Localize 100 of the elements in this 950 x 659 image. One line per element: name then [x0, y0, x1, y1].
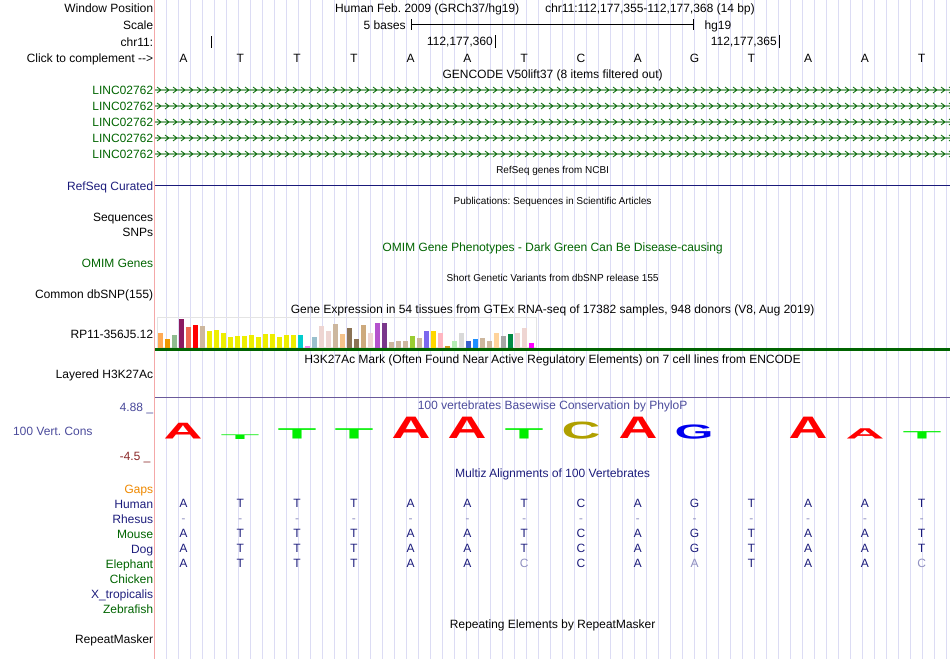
- conservation-letter: A: [163, 422, 204, 439]
- track-label[interactable]: Dog: [130, 542, 153, 556]
- sequence-base: A: [179, 51, 188, 65]
- alignment-base: A: [804, 542, 812, 555]
- alignment-base: T: [293, 527, 301, 540]
- conservation-letter: A: [618, 416, 658, 439]
- sequence-base: A: [634, 51, 642, 65]
- alignment-base: T: [293, 497, 301, 510]
- track-label[interactable]: Rhesus: [112, 512, 153, 526]
- alignment-base: G: [690, 542, 700, 555]
- alignment-base: -: [749, 512, 754, 525]
- alignment-base: A: [804, 527, 812, 540]
- track-label[interactable]: Common dbSNP(155): [34, 286, 153, 300]
- conservation-letter: T: [504, 428, 544, 439]
- alignment-base: A: [179, 527, 188, 540]
- track-title: 100 vertebrates Basewise Conservation by PhyloP: [418, 398, 688, 412]
- track-label[interactable]: LINC02762: [92, 131, 153, 145]
- alignment-base: A: [179, 542, 188, 555]
- alignment-base: -: [636, 512, 640, 525]
- track-label[interactable]: Zebrafish: [102, 602, 153, 616]
- alignment-base: A: [634, 557, 642, 570]
- axis-min-label: -4.5 _: [120, 448, 152, 465]
- ruler-tick: [210, 36, 212, 48]
- conservation-letter: A: [788, 416, 828, 439]
- alignment-base: T: [918, 497, 926, 510]
- track-title: RefSeq genes from NCBI: [496, 164, 609, 176]
- sequence-base: T: [520, 51, 528, 65]
- alignment-base: T: [350, 527, 358, 540]
- track-label[interactable]: Chicken: [110, 572, 153, 586]
- track-label[interactable]: LINC02762: [92, 147, 153, 161]
- alignment-base: T: [293, 542, 301, 555]
- row-label: Scale: [122, 18, 153, 32]
- row-label: Window Position: [64, 1, 153, 15]
- alignment-base: A: [804, 557, 812, 570]
- alignment-base: -: [920, 512, 924, 525]
- position-text: chr11:112,177,355-112,177,368 (14 bp): [545, 1, 755, 15]
- track-title: H3K27Ac Mark (Often Found Near Active Regulatory Elements) on 7 cell lines from ENCODE: [304, 352, 801, 366]
- assembly-text: Human Feb. 2009 (GRCh37/hg19): [335, 1, 520, 15]
- track-label[interactable]: 100 Vert. Cons: [0, 424, 120, 438]
- alignment-base: A: [463, 557, 472, 570]
- alignment-base: A: [860, 527, 869, 540]
- track-label[interactable]: Elephant: [106, 556, 153, 570]
- alignment-base: A: [406, 557, 415, 570]
- sequence-base: T: [236, 51, 244, 65]
- sequence-base: T: [350, 51, 358, 65]
- conservation-letter: T: [902, 431, 942, 439]
- alignment-base: A: [406, 527, 415, 540]
- sequence-base: T: [748, 51, 755, 65]
- alignment-base: A: [804, 497, 812, 510]
- track-label[interactable]: RepeatMasker: [74, 632, 153, 646]
- alignment-base: A: [860, 497, 869, 510]
- track-label[interactable]: RefSeq Curated: [66, 178, 153, 192]
- track-label[interactable]: Sequences: [92, 210, 153, 224]
- alignment-base: T: [520, 527, 528, 540]
- track-label[interactable]: X_tropicalis: [90, 586, 153, 600]
- alignment-base: A: [634, 527, 642, 540]
- axis-max-label: 4.88 _: [120, 399, 153, 414]
- track-label[interactable]: Human: [114, 496, 153, 510]
- scale-label: 5 bases: [364, 18, 407, 32]
- track-label[interactable]: LINC02762: [92, 115, 153, 129]
- alignment-base: T: [918, 542, 926, 555]
- alignment-base: A: [406, 542, 415, 555]
- track-title: OMIM Gene Phenotypes - Dark Green Can Be Disease-causing: [382, 240, 723, 254]
- alignment-base: T: [350, 557, 358, 570]
- alignment-base: T: [293, 557, 301, 570]
- track-label[interactable]: Layered H3K27Ac: [56, 367, 153, 381]
- sequence-base: T: [918, 51, 926, 65]
- track-label[interactable]: OMIM Genes: [82, 256, 153, 270]
- track-label[interactable]: Mouse: [116, 526, 153, 540]
- alignment-base: C: [520, 557, 528, 570]
- alignment-base: T: [236, 557, 244, 570]
- alignment-base: A: [634, 542, 642, 555]
- complement-link[interactable]: Click to complement -->: [26, 51, 153, 65]
- sequence-base: A: [463, 51, 472, 65]
- track-title: GENCODE V50lift37 (8 items filtered out): [442, 67, 663, 81]
- track-label[interactable]: SNPs: [122, 224, 153, 238]
- alignment-base: A: [179, 557, 188, 570]
- sequence-base: A: [406, 51, 415, 65]
- conservation-letter: A: [447, 416, 488, 439]
- alignment-base: A: [463, 497, 472, 510]
- alignment-base: T: [236, 497, 244, 510]
- alignment-base: A: [860, 557, 869, 570]
- alignment-base: -: [238, 512, 242, 525]
- track-label[interactable]: RP11-356J5.12: [70, 327, 153, 341]
- alignment-base: -: [352, 512, 356, 525]
- alignment-base: C: [576, 497, 586, 510]
- alignment-base: A: [179, 497, 188, 510]
- track-label[interactable]: LINC02762: [92, 99, 153, 113]
- alignment-base: G: [690, 497, 700, 510]
- conservation-letter: T: [334, 428, 374, 439]
- track-label[interactable]: LINC02762: [92, 83, 153, 97]
- alignment-base: T: [748, 527, 755, 540]
- alignment-base: G: [690, 527, 700, 540]
- alignment-base: A: [690, 557, 698, 570]
- track-title: Repeating Elements by RepeatMasker: [450, 617, 656, 631]
- ruler-label: 112,177,360: [426, 35, 496, 48]
- track-title: Gene Expression in 54 tissues from GTEx RNA-seq of 17382 samples, 948 donors (V8, Aug 2019): [290, 302, 814, 316]
- alignment-base: A: [463, 542, 472, 555]
- alignment-base: T: [236, 527, 244, 540]
- alignment-base: T: [236, 542, 244, 555]
